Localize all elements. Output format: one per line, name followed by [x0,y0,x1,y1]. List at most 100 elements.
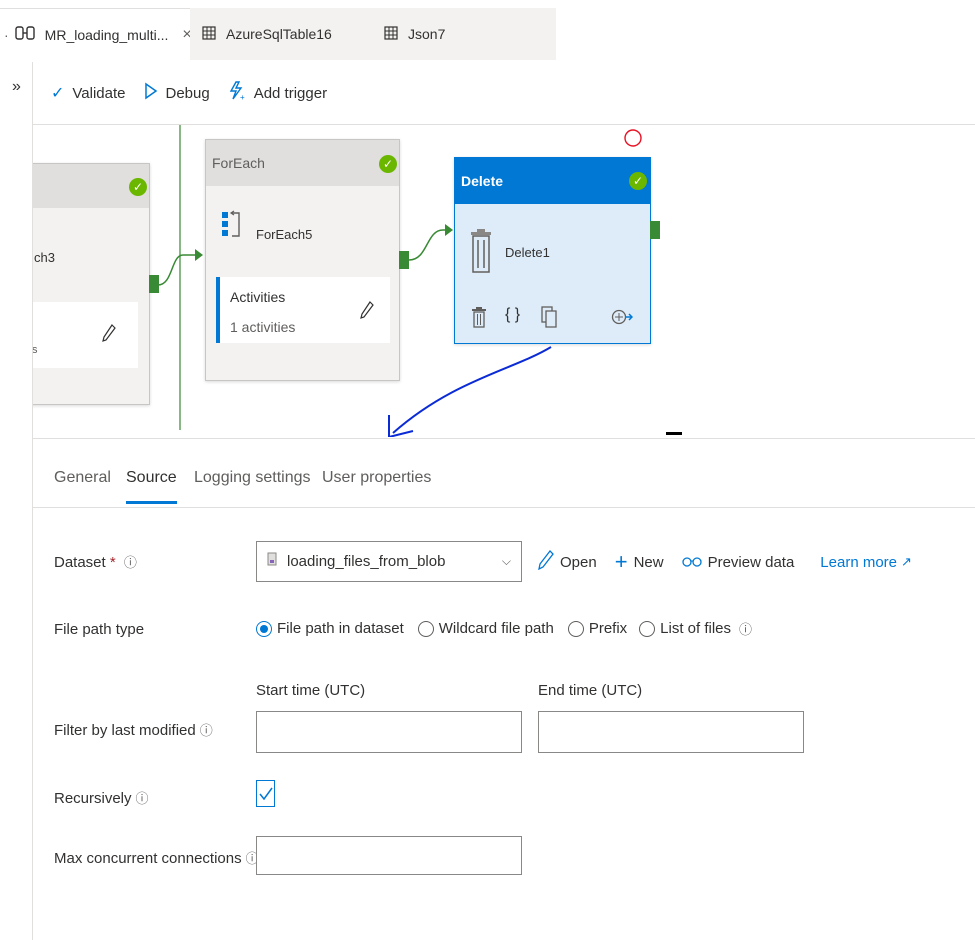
radio-file-path-in-dataset[interactable]: File path in dataset [256,620,404,637]
document-tab-bar: · MR_loading_multi... × AzureSqlTable16 … [0,0,975,62]
tab-json7[interactable]: Json7 [374,8,556,60]
canvas-resize-handle[interactable] [666,432,682,435]
code-braces-icon[interactable]: { } [505,306,520,324]
foreach-activities-box[interactable]: Activities 1 activities [216,277,390,343]
file-path-type-radio-group: File path in dataset Wildcard file path … [256,619,752,638]
lightning-icon: + [228,80,246,106]
radio-label: List of files [660,620,732,637]
foreach-icon [220,210,242,245]
filter-label-row: Filter by last modified ⓘ [54,720,213,739]
tab-pipeline-label: MR_loading_multi... [44,26,169,43]
annotation-circle [623,125,643,156]
file-path-type-label: File path type [54,621,145,638]
activity-node-left[interactable]: ✓ ch3 s [33,163,150,405]
pencil-icon[interactable] [360,301,374,324]
pencil-icon [538,549,554,575]
debug-label: Debug [165,84,210,102]
required-marker: * [109,554,116,571]
radio-icon [417,620,434,637]
checkmark-icon: ✓ [51,85,65,102]
preview-data-button[interactable]: Preview data [681,552,794,572]
max-conn-label-row: Max concurrent connections ⓘ [54,848,259,867]
start-time-label: Start time (UTC) [256,682,366,699]
filter-label: Filter by last modified [54,722,196,739]
radio-selected-icon [256,620,272,637]
play-icon [144,82,158,105]
output-port[interactable] [149,275,159,293]
annotation-arrow [388,346,552,437]
foreach-name: ForEach5 [256,227,313,242]
radio-label: File path in dataset [277,620,404,637]
open-button[interactable]: Open [538,549,597,575]
pipeline-toolbar: ✓ Validate Debug + Add trigger [33,62,975,125]
pencil-icon[interactable] [102,324,116,347]
recursively-checkbox[interactable] [256,780,275,807]
dataset-value: loading_files_from_blob [287,553,446,570]
max-conn-input[interactable] [256,836,522,875]
new-button[interactable]: + New [615,549,664,575]
info-icon[interactable]: ⓘ [739,619,752,638]
table-icon [384,25,398,43]
radio-label: Wildcard file path [438,620,554,637]
tab-logging-settings[interactable]: Logging settings [194,469,311,487]
dataset-select[interactable]: loading_files_from_blob ⌵ [256,541,522,582]
table-icon [202,25,216,43]
delete-activity-node[interactable]: Delete ✓ Delete1 { } [454,157,651,344]
recursively-label-row: Recursively ⓘ [54,788,149,807]
dataset-label-row: Dataset * ⓘ [54,552,137,571]
success-check-icon: ✓ [379,155,397,173]
expand-panel-icon[interactable]: » [12,78,21,96]
add-trigger-label: Add trigger [253,84,328,102]
activity-node-left-label: ch3 [34,250,55,265]
radio-wildcard-file-path[interactable]: Wildcard file path [417,620,554,637]
info-icon[interactable]: ⓘ [200,723,213,738]
learn-more-link[interactable]: Learn more ↗ [820,554,912,571]
max-conn-label: Max concurrent connections [54,850,242,867]
start-time-input[interactable] [256,711,522,753]
delete-activity-icon[interactable] [471,306,487,333]
activity-node-left-body [33,302,138,368]
debug-button[interactable]: Debug [144,82,210,105]
tab-azuresqltable16[interactable]: AzureSqlTable16 [190,8,374,60]
success-check-icon: ✓ [129,178,147,196]
checkmark-icon [258,787,273,800]
tab-general[interactable]: General [54,469,111,487]
plus-icon: + [614,549,628,574]
copy-icon[interactable] [541,306,557,333]
validate-label: Validate [72,84,126,102]
left-rail [0,62,33,940]
output-port[interactable] [650,221,660,239]
tab-source[interactable]: Source [126,469,177,504]
output-port[interactable] [399,251,409,269]
trash-icon [469,228,493,279]
validate-button[interactable]: ✓ Validate [51,83,126,103]
delete-name: Delete1 [505,245,550,260]
chevron-down-icon: ⌵ [501,554,511,568]
end-time-input[interactable] [538,711,804,753]
dataset-label: Dataset [54,554,106,571]
radio-list-of-files[interactable]: List of files [639,620,731,637]
tab-json7-label: Json7 [408,26,446,42]
tab-azuresqltable16-label: AzureSqlTable16 [226,26,332,42]
add-output-icon[interactable] [611,308,634,331]
activity-node-left-foot: s [33,344,38,356]
radio-prefix[interactable]: Prefix [567,620,628,637]
external-link-icon: ↗ [901,554,912,569]
tab-divider-icon: · [4,26,9,43]
info-icon[interactable]: ⓘ [136,791,149,806]
activities-title: Activities [230,289,286,305]
foreach-activity-node[interactable]: ForEach ✓ ForEach5 Activities 1 activiti… [205,139,400,381]
glasses-icon [681,552,702,572]
info-icon[interactable]: ⓘ [124,555,137,570]
add-trigger-button[interactable]: + Add trigger [228,80,328,106]
tab-user-properties[interactable]: User properties [322,469,431,487]
pipeline-canvas[interactable]: ✓ ch3 s ForEach ✓ ForEach5 Activities 1 … [33,125,975,437]
learn-more-label: Learn more [820,553,898,571]
pipeline-icon [14,26,35,43]
recursively-label: Recursively [54,790,132,807]
tab-pipeline[interactable]: · MR_loading_multi... × [0,8,192,60]
dataset-file-icon [267,552,277,571]
delete-header: Delete [455,158,650,204]
radio-label: Prefix [588,620,628,637]
activities-count: 1 activities [230,319,296,335]
